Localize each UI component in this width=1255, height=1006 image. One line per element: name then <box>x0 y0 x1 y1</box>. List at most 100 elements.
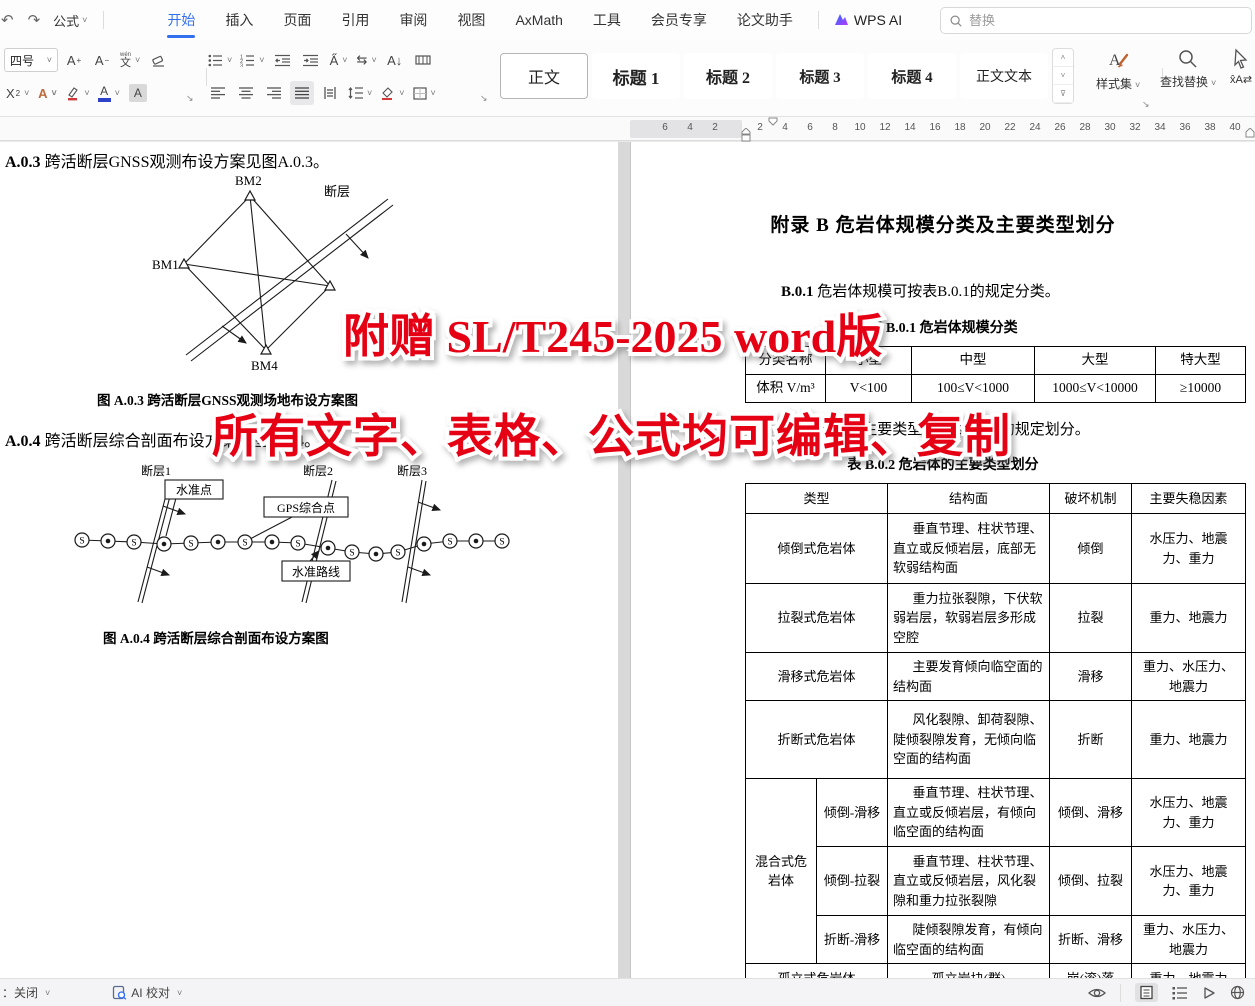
justify-icon[interactable] <box>290 81 314 105</box>
ruler-number: 32 <box>1129 122 1140 133</box>
undo-icon[interactable]: ↶ <box>0 11 21 29</box>
shading-icon[interactable]: ˅ <box>378 81 406 105</box>
font-size-select[interactable]: 四号˅ <box>4 48 58 72</box>
style-normal[interactable]: 正文 <box>500 53 588 99</box>
style-label: 标题 1 <box>613 64 660 89</box>
style-heading3[interactable]: 标题 3 <box>776 53 864 99</box>
document-area[interactable]: A.0.3 跨活断层GNSS观测布设方案见图A.0.3。 BM2 BM1 BM4 <box>0 142 1255 978</box>
find-replace-button[interactable]: 查找替换˅ <box>1160 48 1216 90</box>
table-cell: 拉裂式危岩体 <box>746 584 888 653</box>
table-cell: 倾倒、滑移 <box>1050 779 1132 847</box>
borders-icon[interactable]: ˅ <box>411 81 438 105</box>
table-cell: 风化裂隙、卸荷裂隙、陡倾裂隙发育，无倾向临空面的结构面 <box>888 701 1050 779</box>
tab-member[interactable]: 会员专享 <box>636 0 722 40</box>
style-label: 正文文本 <box>976 66 1032 86</box>
ruler[interactable]: 6 4 2 2 4 6 8 10 12 14 16 18 20 22 24 26… <box>0 117 1255 141</box>
watermark-line2: 所有文字、表格、公式均可编辑、复制 所有文字、表格、公式均可编辑、复制 <box>212 400 1011 466</box>
table-cell: 主要失稳因素 <box>1132 484 1246 514</box>
gallery-expand-icon[interactable]: ⊽ <box>1053 85 1073 103</box>
gallery-up-icon[interactable]: ˄ <box>1053 49 1073 67</box>
style-set-button[interactable]: A 样式集˅ <box>1096 48 1140 92</box>
replace-tool-icon: x̂A⇄ <box>1230 73 1252 86</box>
decrease-indent-icon[interactable] <box>271 48 295 72</box>
table-cell: 大型 <box>1035 347 1156 375</box>
superscript-icon[interactable]: X2˅ <box>4 81 31 105</box>
tab-review[interactable]: 审阅 <box>384 0 442 40</box>
clear-format-icon[interactable] <box>146 48 170 72</box>
increase-font-icon[interactable]: A+ <box>62 48 86 72</box>
text-effects-icon[interactable]: A˅ <box>35 81 59 105</box>
right-indent-marker[interactable] <box>1245 128 1255 138</box>
redo-icon[interactable]: ↷ <box>21 11 48 29</box>
bullet-list-icon[interactable]: ˅ <box>206 48 234 72</box>
tab-axmath[interactable]: AxMath <box>500 0 577 40</box>
numbered-list-icon[interactable]: 123˅ <box>238 48 266 72</box>
table-cell: 折断 <box>1050 701 1132 779</box>
char-shading-icon[interactable]: A <box>126 81 150 105</box>
tab-tools[interactable]: 工具 <box>578 0 636 40</box>
tab-home[interactable]: 开始 <box>152 0 210 40</box>
table-cell: 倾倒式危岩体 <box>746 514 888 584</box>
search-box <box>940 7 1252 34</box>
svg-text:S: S <box>131 539 136 549</box>
view-controls <box>1088 983 1245 1002</box>
table-b02: 类型 结构面 破坏机制 主要失稳因素 倾倒式危岩体 垂直节理、柱状节理、直立或反… <box>745 483 1246 978</box>
dialog-launcher-icon[interactable]: ↘ <box>1142 99 1150 110</box>
dialog-launcher-icon[interactable]: ↘ <box>186 93 194 104</box>
ruler-number: 4 <box>687 122 693 133</box>
tab-stops-icon[interactable] <box>411 48 435 72</box>
play-view-icon[interactable] <box>1202 986 1216 1000</box>
gallery-down-icon[interactable]: ˅ <box>1053 67 1073 85</box>
table-cell: 孤立岩块(群) <box>888 964 1050 979</box>
eye-protect-icon[interactable] <box>1088 986 1106 1000</box>
text-tool-icon[interactable]: A̋˅ <box>327 48 351 72</box>
table-cell: 折断式危岩体 <box>746 701 888 779</box>
tab-paper-assistant[interactable]: 论文助手 <box>722 0 808 40</box>
dialog-launcher-icon[interactable]: ↘ <box>480 93 488 104</box>
line-spacing-icon[interactable]: ˅ <box>346 81 374 105</box>
tab-reference[interactable]: 引用 <box>326 0 384 40</box>
first-line-indent-marker[interactable] <box>768 117 778 126</box>
left-indent-marker[interactable] <box>741 128 751 142</box>
ai-proofread-button[interactable]: AI 校对˅ <box>112 984 182 1001</box>
pinyin-guide-icon[interactable]: wén文˅ <box>118 48 142 72</box>
page-right[interactable]: 附录 B 危岩体规模分类及主要类型划分 B.0.1 危岩体规模可按表B.0.1的… <box>631 142 1255 978</box>
ruler-number: 26 <box>1054 122 1065 133</box>
font-color-icon[interactable]: A˅ <box>96 81 122 105</box>
ruler-number: 38 <box>1204 122 1215 133</box>
style-heading4[interactable]: 标题 4 <box>868 53 956 99</box>
wps-ai-button[interactable]: WPS AI <box>829 12 906 28</box>
text-direction-icon[interactable]: ⇆˅ <box>355 48 379 72</box>
table-cell: 崩(滚)落 <box>1050 964 1132 979</box>
align-right-icon[interactable] <box>262 81 286 105</box>
style-heading2[interactable]: 标题 2 <box>684 53 772 99</box>
outline-view-icon[interactable] <box>1172 986 1188 1000</box>
style-heading1[interactable]: 标题 1 <box>592 53 680 99</box>
align-left-icon[interactable] <box>206 81 230 105</box>
table-cell: 垂直节理、柱状节理、直立或反倾岩层，风化裂隙和重力拉张裂隙 <box>888 847 1050 916</box>
tab-page[interactable]: 页面 <box>268 0 326 40</box>
formula-dropdown[interactable]: 公式˅ <box>47 11 93 30</box>
tab-view[interactable]: 视图 <box>442 0 500 40</box>
web-layout-icon[interactable] <box>1230 985 1245 1000</box>
select-tool-button[interactable]: x̂A⇄ <box>1230 48 1252 86</box>
search-input[interactable] <box>969 13 1243 28</box>
tab-insert[interactable]: 插入 <box>210 0 268 40</box>
figure-label-level-route: 水准路线 <box>292 564 340 579</box>
sort-icon[interactable]: A↓ <box>383 48 407 72</box>
highlight-icon[interactable]: ˅ <box>63 81 91 105</box>
distribute-icon[interactable] <box>318 81 342 105</box>
figure-label-bm4: BM4 <box>251 358 278 373</box>
figure-a04-profile: SSSS SSSSS 断层1 断层2 断层3 水准点 GPS综合点 水准路线 <box>68 464 523 622</box>
spellcheck-status[interactable]: ：关闭˅ <box>2 984 50 1001</box>
decrease-font-icon[interactable]: A− <box>90 48 114 72</box>
ruler-number: 34 <box>1154 122 1165 133</box>
page-view-icon[interactable] <box>1135 983 1158 1002</box>
page-left[interactable]: A.0.3 跨活断层GNSS观测布设方案见图A.0.3。 BM2 BM1 BM4 <box>0 142 618 978</box>
spellcheck-label: ：关闭 <box>2 984 38 1001</box>
table-cell: 折断、滑移 <box>1050 916 1132 964</box>
align-center-icon[interactable] <box>234 81 258 105</box>
figure-label-bm2: BM2 <box>235 173 262 188</box>
style-bodytext[interactable]: 正文文本 <box>960 53 1048 99</box>
increase-indent-icon[interactable] <box>299 48 323 72</box>
